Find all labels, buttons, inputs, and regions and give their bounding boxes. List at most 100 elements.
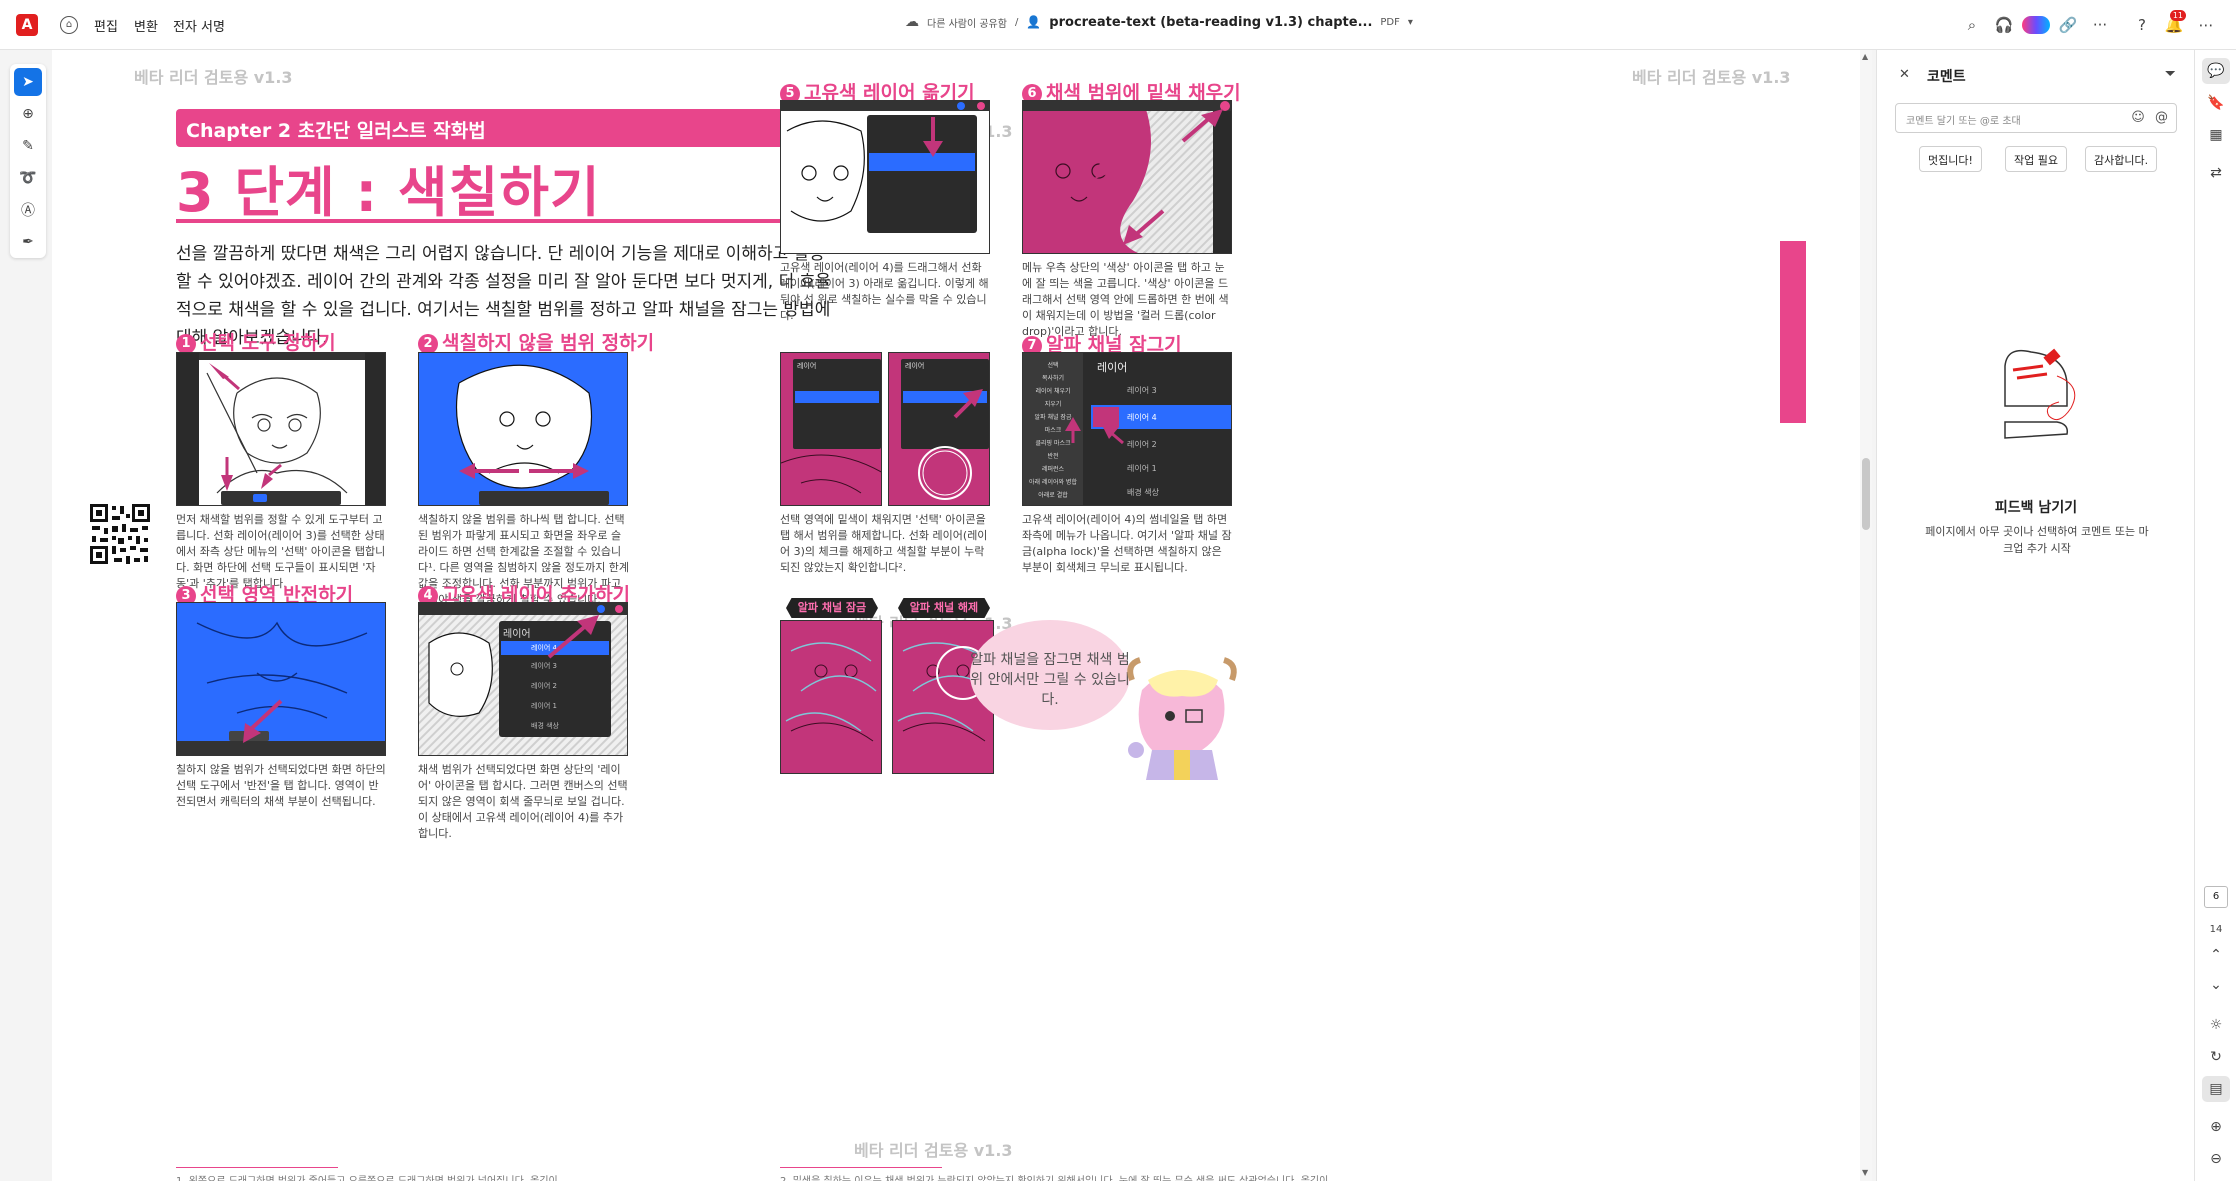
- chevron-down-icon[interactable]: ⌄: [2202, 972, 2230, 998]
- doc-title[interactable]: procreate-text (beta-reading v1.3) chapt…: [1049, 15, 1372, 30]
- illustration-select-tool: [176, 352, 386, 506]
- emoji-icon[interactable]: ☺: [2131, 110, 2145, 125]
- title-separator: /: [1014, 16, 1019, 28]
- caption-7: 고유색 레이어(레이어 4)의 썸네일을 탭 하면 좌측에 메뉴가 나옵니다. …: [1022, 513, 1232, 574]
- watermark: 베타 리더 검토용 v1.3: [854, 1141, 1013, 1160]
- bell-icon[interactable]: 🔔 11: [2160, 10, 2188, 38]
- cloud-icon: ☁: [905, 14, 919, 30]
- comment-input-placeholder: 코멘트 달기 또는 @로 초대: [1906, 116, 2021, 127]
- text-select-icon[interactable]: Ⓐ: [14, 196, 42, 224]
- speech-bubble: 알파 채널을 잠그면 채색 범위 안에서만 그릴 수 있습니다.: [970, 620, 1130, 730]
- shared-label: 다른 사람이 공유함: [927, 18, 1007, 30]
- menu-edit[interactable]: 편집: [94, 16, 118, 35]
- input-icons: ☺ @: [2131, 110, 2168, 125]
- menu-convert[interactable]: 변환: [134, 16, 158, 35]
- scroll-thumb[interactable]: [1862, 458, 1870, 530]
- link-icon[interactable]: 🔗: [2054, 12, 2082, 38]
- empty-state-title: 피드백 남기기: [1994, 500, 2078, 516]
- empty-state-text: 페이지에서 아무 곳이나 선택하여 코멘트 또는 마크업 추가 시작: [1925, 525, 2149, 555]
- comment-icon[interactable]: 💬: [2202, 58, 2230, 84]
- caption-6: 메뉴 우측 상단의 '색상' 아이콘을 탭 하고 눈에 잘 띄는 색을 고릅니다…: [1022, 261, 1229, 338]
- chapter-side-tab: [1780, 241, 1806, 423]
- compare-icon[interactable]: ⇄: [2202, 160, 2230, 186]
- app-switcher-icon[interactable]: ⋯: [2192, 12, 2220, 38]
- comment-input[interactable]: 코멘트 달기 또는 @로 초대 ☺ @: [1895, 103, 2177, 133]
- top-right-icons: ⌕ 🎧 🔗 ··· ? 🔔 11 ⋯: [1954, 10, 2220, 38]
- alpha-lock-tag: 알파 채널 잠금: [786, 598, 878, 618]
- zoom-out-icon[interactable]: ⊖: [2202, 1146, 2230, 1172]
- zoom-in-icon[interactable]: ⊕: [2202, 1114, 2230, 1140]
- headphones-icon[interactable]: 🎧: [1990, 12, 2018, 38]
- filter-icon[interactable]: ⏷: [2165, 66, 2176, 82]
- caption-middle: 선택 영역에 밑색이 채워지면 '선택' 아이콘을 탭 해서 범위를 해제합니다…: [780, 513, 988, 574]
- quick-reply-chip[interactable]: 감사합니다.: [2085, 146, 2158, 172]
- help-icon[interactable]: ?: [2128, 12, 2156, 38]
- illustration-layer-check-before: 레이어: [780, 352, 882, 506]
- watermark: 베타 리더 검토용 v1.3: [134, 68, 293, 87]
- brightness-icon[interactable]: ☼: [2202, 1012, 2230, 1038]
- close-icon[interactable]: ✕: [1899, 67, 1910, 82]
- footnote-rule: [176, 1167, 338, 1168]
- caption-5: 고유색 레이어(레이어 4)를 드래그해서 선화 레이어(레이어 3) 아래로 …: [780, 261, 989, 322]
- illustration-invert-selection: [176, 602, 386, 756]
- bookmark-icon[interactable]: 🔖: [2202, 90, 2230, 116]
- menu-esign[interactable]: 전자 서명: [173, 16, 225, 35]
- illustration-move-layer: [780, 100, 990, 254]
- footnote-rule: [780, 1167, 942, 1168]
- caption-3: 칠하지 않을 범위가 선택되었다면 화면 하단의 선택 도구에서 '반전'을 탭…: [176, 763, 386, 808]
- sign-icon[interactable]: ✒: [14, 228, 42, 256]
- alpha-unlock-tag: 알파 채널 해제: [898, 598, 990, 618]
- zoom-comment-icon[interactable]: ⊕: [14, 100, 42, 128]
- title-underline: [176, 219, 830, 223]
- layer-panel-title: 레이어: [905, 362, 925, 370]
- illustration-color-drop: [1022, 100, 1232, 254]
- acrobat-logo-icon[interactable]: A: [16, 14, 38, 36]
- thumbnails-icon[interactable]: ▦: [2202, 122, 2230, 148]
- scroll-up-icon[interactable]: ▲: [1862, 52, 1868, 61]
- document-canvas: 베타 리더 검토용 v1.3 베타 리더 검토용 v1.3 베타 리더 검토용 …: [52, 50, 1860, 1181]
- illustration-alpha-locked: [780, 620, 882, 774]
- section-number: 1: [176, 334, 196, 354]
- comments-panel: ✕ 코멘트 ⏷ 코멘트 달기 또는 @로 초대 ☺ @ 멋집니다! 작업 필요 …: [1876, 50, 2194, 1181]
- left-toolbar: ➤ ⊕ ✎ ➰ Ⓐ ✒: [10, 64, 46, 258]
- rotate-icon[interactable]: ↻: [2202, 1044, 2230, 1070]
- quick-reply-chip[interactable]: 작업 필요: [2005, 146, 2067, 172]
- mention-icon[interactable]: @: [2155, 110, 2168, 125]
- ai-assistant-icon[interactable]: [2022, 12, 2050, 38]
- home-icon[interactable]: ⌂: [60, 16, 78, 34]
- pen-icon[interactable]: ✎: [14, 132, 42, 160]
- current-page-input[interactable]: 6: [2204, 886, 2228, 908]
- doc-type: PDF: [1380, 16, 1400, 28]
- search-icon[interactable]: ⌕: [1958, 12, 1986, 38]
- chapter-banner: Chapter 2 초간단 일러스트 작화법: [176, 109, 830, 147]
- illustration-exclude-range: [418, 352, 628, 506]
- vertical-scrollbar[interactable]: ▲ ▼: [1860, 50, 1872, 1181]
- chevron-down-icon[interactable]: ▾: [1408, 17, 1413, 28]
- more-icon[interactable]: ···: [2086, 12, 2114, 38]
- select-cursor-icon[interactable]: ➤: [14, 68, 42, 96]
- illustration-alpha-lock: 선택 복사하기 레이어 채우기 지우기 알파 채널 잠금 마스크 클리핑 마스크…: [1022, 352, 1232, 506]
- feedback-illustration: [2004, 348, 2076, 439]
- scroll-down-icon[interactable]: ▼: [1862, 1168, 1868, 1177]
- section-title-2: 2 색칠하지 않을 범위 정하기: [418, 328, 654, 355]
- layer-panel-title: 레이어: [797, 362, 817, 370]
- notification-badge: 11: [2169, 10, 2186, 21]
- illustration-layer-check-after: 레이어: [888, 352, 990, 506]
- total-pages: 14: [2209, 924, 2223, 935]
- step-title: 3 단계 : 색칠하기: [176, 161, 601, 224]
- illustration-add-layer: 레이어 레이어 4 레이어 3 레이어 2 레이어 1 배경 색상: [418, 602, 628, 756]
- page-fit-icon[interactable]: ▤: [2202, 1076, 2230, 1102]
- shared-user-icon: 👤: [1026, 15, 1042, 29]
- lasso-icon[interactable]: ➰: [14, 164, 42, 192]
- mascot-illustration: [1127, 657, 1237, 780]
- comments-title: 코멘트: [1927, 69, 1966, 85]
- footnote-right: 2. 밑색을 칠하는 이유는 채색 범위가 누락되지 않았는지 확인하기 위해서…: [780, 1172, 1328, 1181]
- quick-reply-chip[interactable]: 멋집니다!: [1919, 146, 1982, 172]
- right-rail: 💬 🔖 ▦ ⇄ 6 14 ⌃ ⌄ ☼ ↻ ▤ ⊕ ⊖: [2194, 50, 2236, 1181]
- footnote-left: 1. 왼쪽으로 드래그하면 범위가 줄어들고 오른쪽으로 드래그하면 범위가 넓…: [176, 1172, 558, 1181]
- section-number: 2: [418, 334, 438, 354]
- top-toolbar: A ⌂ 편집 변환 전자 서명 ☁ 다른 사람이 공유함 / 👤 procrea…: [0, 0, 2236, 50]
- chevron-up-icon[interactable]: ⌃: [2202, 942, 2230, 968]
- document-title-area: ☁ 다른 사람이 공유함 / 👤 procreate-text (beta-re…: [905, 14, 1413, 30]
- qr-code: [88, 502, 152, 566]
